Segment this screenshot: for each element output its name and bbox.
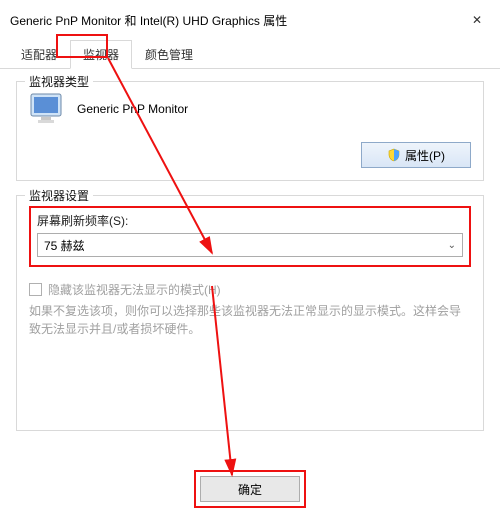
group-monitor-type: 监视器类型 Generic PnP Monitor	[16, 81, 484, 181]
chevron-down-icon: ⌄	[448, 240, 456, 251]
tab-adapter[interactable]: 适配器	[8, 40, 70, 69]
tab-panel-monitor: 监视器类型 Generic PnP Monitor	[0, 69, 500, 462]
group-monitor-settings: 监视器设置 屏幕刷新频率(S): 75 赫兹 ⌄ 隐藏该监视器无法显示的模式(H…	[16, 195, 484, 431]
refresh-rate-select[interactable]: 75 赫兹 ⌄	[37, 233, 463, 257]
monitor-icon	[29, 92, 67, 126]
titlebar: Generic PnP Monitor 和 Intel(R) UHD Graph…	[0, 0, 500, 40]
dialog-button-row: 确定	[0, 462, 500, 520]
ok-button[interactable]: 确定	[200, 476, 300, 502]
ok-button-label: 确定	[238, 481, 262, 498]
tab-color[interactable]: 颜色管理	[132, 40, 206, 69]
monitor-row: Generic PnP Monitor	[29, 92, 471, 126]
ok-highlight: 确定	[194, 470, 306, 508]
properties-button-label: 属性(P)	[405, 147, 445, 164]
properties-button[interactable]: 属性(P)	[361, 142, 471, 168]
hide-modes-hint: 如果不复选该项，则你可以选择那些该监视器无法正常显示的显示模式。这样会导致无法显…	[29, 302, 471, 338]
tab-strip: 适配器 监视器 颜色管理	[0, 40, 500, 69]
hide-modes-row: 隐藏该监视器无法显示的模式(H)	[29, 281, 471, 298]
monitor-name: Generic PnP Monitor	[77, 102, 188, 116]
tab-monitor[interactable]: 监视器	[70, 40, 132, 69]
refresh-rate-region: 屏幕刷新频率(S): 75 赫兹 ⌄	[29, 206, 471, 267]
window-title: Generic PnP Monitor 和 Intel(R) UHD Graph…	[10, 12, 287, 29]
close-icon: ✕	[472, 13, 482, 27]
shield-icon	[387, 148, 401, 162]
hide-modes-checkbox[interactable]	[29, 283, 42, 296]
hide-modes-label: 隐藏该监视器无法显示的模式(H)	[48, 281, 221, 298]
close-button[interactable]: ✕	[454, 6, 500, 34]
refresh-rate-label: 屏幕刷新频率(S):	[37, 212, 463, 229]
group-title-type: 监视器类型	[25, 73, 93, 90]
group-title-settings: 监视器设置	[25, 187, 93, 204]
refresh-rate-value: 75 赫兹	[44, 237, 85, 254]
properties-dialog: Generic PnP Monitor 和 Intel(R) UHD Graph…	[0, 0, 500, 520]
